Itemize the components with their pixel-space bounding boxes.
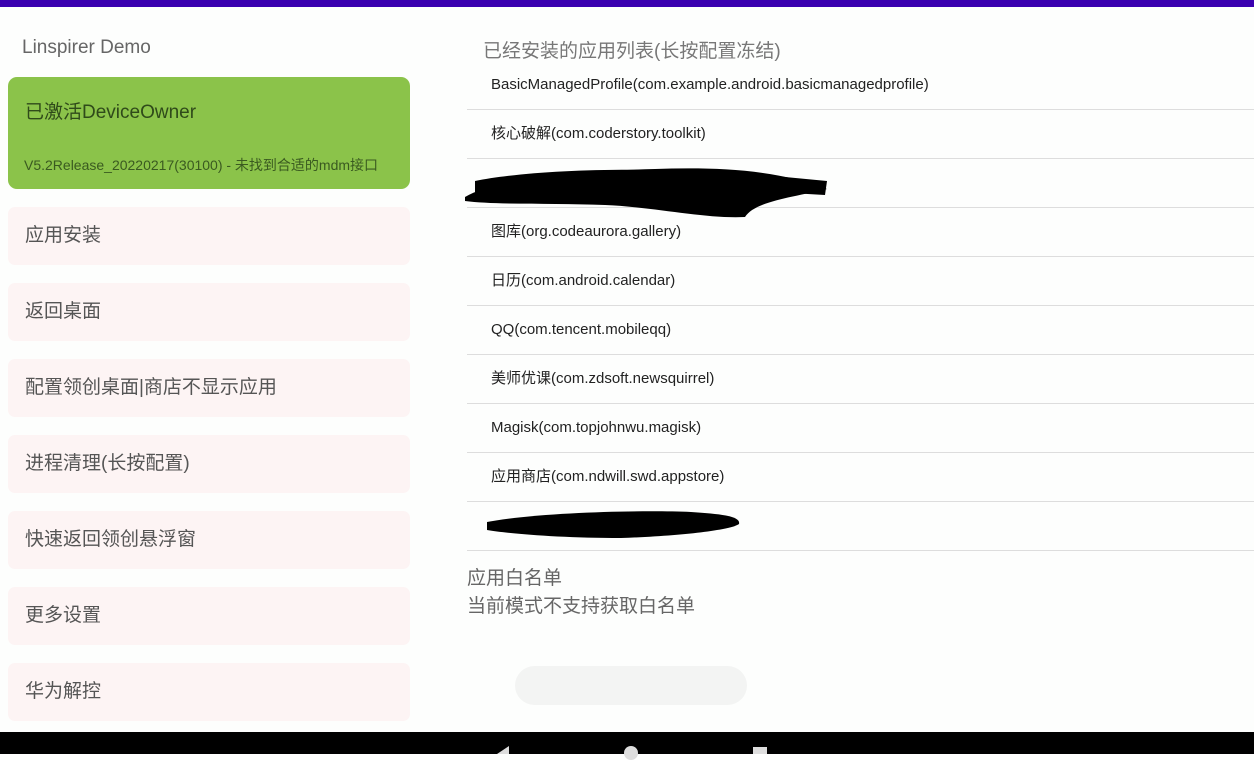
recents-icon[interactable] [753,747,767,754]
app-list-item[interactable]: QQ(com.tencent.mobileqq) [467,306,1254,355]
floating-pill-button[interactable] [515,666,747,705]
app-list-item[interactable]: Magisk(com.topjohnwu.magisk) [467,404,1254,453]
home-icon[interactable] [624,746,638,760]
whitelist-title: 应用白名单 [467,568,563,589]
app-list-item[interactable]: 日历(com.android.calendar) [467,257,1254,306]
status-title: 已激活DeviceOwner [25,102,197,123]
process-cleanup-button[interactable]: 进程清理(长按配置) [8,435,410,493]
app-list-item[interactable]: 核心破解(com.coderstory.toolkit) [467,110,1254,159]
app-list-item-redacted[interactable] [467,502,1254,551]
app-list-item[interactable]: 图库(org.codeaurora.gallery) [467,208,1254,257]
status-subtitle: V5.2Release_20220217(30100) - 未找到合适的mdm接… [24,157,379,173]
app-install-button[interactable]: 应用安装 [8,207,410,265]
app-list-item[interactable]: BasicManagedProfile(com.example.android.… [467,61,1254,110]
return-desktop-button[interactable]: 返回桌面 [8,283,410,341]
app-list-item-redacted[interactable] [465,159,1254,218]
installed-apps-title: 已经安装的应用列表(长按配置冻结) [483,41,781,62]
whitelist-message: 当前模式不支持获取白名单 [467,596,696,617]
installed-apps-list: BasicManagedProfile(com.example.android.… [465,61,1254,551]
app-list-item[interactable]: 应用商店(com.ndwill.swd.appstore) [467,453,1254,502]
app-title: Linspirer Demo [22,37,151,58]
back-icon[interactable] [497,746,509,754]
more-settings-button[interactable]: 更多设置 [8,587,410,645]
app-list-item[interactable]: 美师优课(com.zdsoft.newsquirrel) [467,355,1254,404]
status-bar [0,0,1254,7]
config-hide-apps-button[interactable]: 配置领创桌面|商店不显示应用 [8,359,410,417]
huawei-unlock-button[interactable]: 华为解控 [8,663,410,721]
redaction-scribble [487,511,740,538]
navigation-bar [0,732,1254,760]
device-owner-status-card[interactable]: 已激活DeviceOwner V5.2Release_20220217(3010… [8,77,410,189]
floating-window-button[interactable]: 快速返回领创悬浮窗 [8,511,410,569]
